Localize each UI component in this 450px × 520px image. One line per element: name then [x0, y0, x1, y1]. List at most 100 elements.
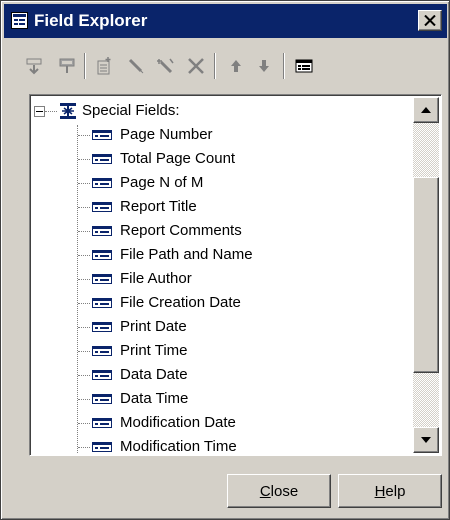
tree-connector	[78, 423, 90, 424]
special-fields-icon	[60, 103, 76, 119]
tree-item[interactable]: Report Title	[32, 195, 411, 219]
toolbar-separator	[84, 53, 86, 79]
tree-connector	[78, 303, 90, 304]
tree-item-label: Page N of M	[120, 174, 204, 191]
tree-item-label: Data Date	[120, 366, 188, 383]
move-up-button[interactable]	[223, 53, 249, 79]
close-button-label: Close	[259, 482, 299, 500]
field-icon	[92, 178, 112, 188]
tree-connector	[78, 375, 90, 376]
field-icon	[92, 442, 112, 452]
field-icon	[92, 250, 112, 260]
minus-icon	[36, 111, 43, 112]
tree-connector	[78, 183, 90, 184]
field-explorer-window: Field Explorer Special Fields: Page Numb…	[0, 0, 450, 520]
tree-node-special-fields[interactable]: Special Fields:	[32, 99, 411, 123]
tree-item-label: Print Time	[120, 342, 188, 359]
browse-data-button[interactable]	[54, 53, 80, 79]
window-title: Field Explorer	[34, 11, 148, 30]
tree-item[interactable]: Modification Date	[32, 411, 411, 435]
help-button[interactable]: Help	[338, 474, 442, 508]
tree-item[interactable]: Page Number	[32, 123, 411, 147]
scroll-up-button[interactable]	[413, 97, 439, 123]
field-icon	[92, 226, 112, 236]
toolbar-separator	[214, 53, 216, 79]
triangle-up-icon	[421, 107, 431, 113]
tree-item[interactable]: Modification Time	[32, 435, 411, 453]
field-icon	[92, 130, 112, 140]
rename-field-icon	[157, 58, 174, 74]
tree-item-label: Data Time	[120, 390, 189, 407]
move-down-icon	[259, 60, 269, 72]
edit-field-button[interactable]	[123, 53, 149, 79]
tree-item[interactable]: File Path and Name	[32, 243, 411, 267]
show-field-type-icon	[295, 59, 313, 73]
tree-connector	[78, 135, 90, 136]
help-button-label: Help	[374, 482, 406, 500]
edit-field-icon	[128, 58, 144, 74]
tree-item[interactable]: Print Date	[32, 315, 411, 339]
tree-item-label: Page Number	[120, 126, 213, 143]
tree-item-label: File Author	[120, 270, 192, 287]
tree-item[interactable]: Print Time	[32, 339, 411, 363]
tree-item[interactable]: Page N of M	[32, 171, 411, 195]
field-icon	[92, 154, 112, 164]
tree-item-label: Modification Time	[120, 438, 237, 453]
tree-connector	[78, 351, 90, 352]
tree-root-label: Special Fields:	[82, 102, 180, 119]
toolbar	[21, 49, 441, 83]
close-icon	[424, 15, 436, 26]
tree-connector	[78, 447, 90, 448]
delete-field-icon	[188, 58, 204, 74]
tree-item-label: Report Comments	[120, 222, 242, 239]
tree-connector	[78, 279, 90, 280]
browse-data-icon	[59, 58, 75, 73]
vertical-scrollbar[interactable]	[413, 97, 439, 453]
tree-item-label: File Creation Date	[120, 294, 241, 311]
tree-connector	[45, 111, 57, 112]
new-field-icon	[97, 57, 111, 75]
move-down-button[interactable]	[251, 53, 277, 79]
show-field-type-button[interactable]	[291, 53, 317, 79]
rename-field-button[interactable]	[153, 53, 179, 79]
tree-connector	[78, 207, 90, 208]
delete-field-button[interactable]	[183, 53, 209, 79]
field-icon	[92, 418, 112, 428]
tree-connector	[78, 327, 90, 328]
tree-item[interactable]: File Creation Date	[32, 291, 411, 315]
field-tree-panel: Special Fields: Page Number Total Page C…	[29, 94, 442, 456]
tree-connector	[78, 399, 90, 400]
close-button[interactable]: Close	[227, 474, 331, 508]
scroll-down-button[interactable]	[413, 427, 439, 453]
field-icon	[92, 322, 112, 332]
field-icon	[92, 274, 112, 284]
tree-item[interactable]: File Author	[32, 267, 411, 291]
insert-field-button[interactable]	[21, 53, 47, 79]
field-icon	[92, 346, 112, 356]
field-icon	[92, 394, 112, 404]
field-tree[interactable]: Special Fields: Page Number Total Page C…	[32, 97, 411, 453]
tree-item-label: File Path and Name	[120, 246, 253, 263]
field-icon	[92, 370, 112, 380]
move-up-icon	[231, 60, 241, 72]
new-field-button[interactable]	[91, 53, 117, 79]
tree-item-label: Total Page Count	[120, 150, 236, 167]
field-icon	[92, 298, 112, 308]
toolbar-separator	[283, 53, 285, 79]
tree-item-label: Print Date	[120, 318, 187, 335]
tree-connector	[78, 159, 90, 160]
tree-item[interactable]: Report Comments	[32, 219, 411, 243]
tree-item-label: Modification Date	[120, 414, 236, 431]
tree-item[interactable]: Total Page Count	[32, 147, 411, 171]
triangle-down-icon	[421, 437, 431, 443]
field-explorer-app-icon	[11, 12, 28, 29]
field-icon	[92, 202, 112, 212]
tree-connector	[78, 231, 90, 232]
title-bar[interactable]: Field Explorer	[4, 4, 447, 38]
tree-item[interactable]: Data Time	[32, 387, 411, 411]
close-window-button[interactable]	[418, 10, 442, 31]
tree-item[interactable]: Data Date	[32, 363, 411, 387]
collapse-toggle[interactable]	[34, 106, 45, 117]
scrollbar-thumb[interactable]	[413, 177, 439, 373]
insert-field-icon	[26, 58, 42, 75]
